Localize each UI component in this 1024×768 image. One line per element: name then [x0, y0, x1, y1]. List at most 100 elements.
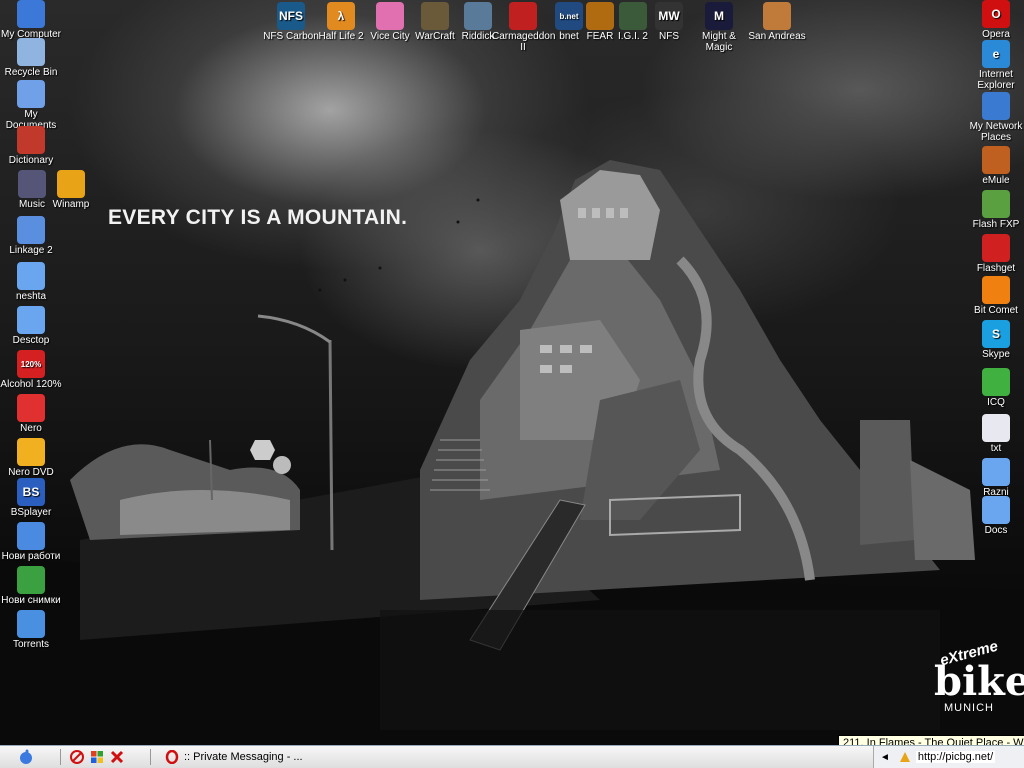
network-icon: [17, 610, 45, 638]
desktop-icon-bnet[interactable]: b.net bnet: [550, 2, 588, 42]
flash-fxp-icon: [982, 190, 1010, 218]
desktop-icon-internet-explorer[interactable]: e Internet Explorer: [968, 40, 1024, 91]
desktop-icon-label: San Andreas: [748, 31, 806, 42]
quicklaunch-windows[interactable]: [90, 749, 104, 765]
igi-icon: [619, 2, 647, 30]
nfs-carbon-icon: NFS: [277, 2, 305, 30]
wallpaper-tagline: EVERY CITY IS A MOUNTAIN.: [108, 206, 408, 229]
desktop-icon-torrents[interactable]: Torrents: [0, 610, 62, 650]
desktop-icon-flash-fxp[interactable]: Flash FXP: [968, 190, 1024, 230]
desktop-icon-winamp[interactable]: Winamp: [46, 170, 96, 210]
desktop-icon-warcraft[interactable]: WarCraft: [412, 2, 458, 42]
desktop-icon-half-life-2[interactable]: λ Half Life 2: [314, 2, 368, 42]
opera-icon: O: [982, 0, 1010, 28]
desktop-icon-label: NFS Carbon: [263, 31, 319, 42]
desktop-icon-label: Recycle Bin: [4, 67, 58, 78]
desktop-icon-label: Opera: [982, 29, 1010, 40]
dictionary-icon: [17, 126, 45, 154]
desktop-icon-docs[interactable]: Docs: [968, 496, 1024, 536]
folder-icon: [17, 306, 45, 334]
desktop-icon-bit-comet[interactable]: Bit Comet: [968, 276, 1024, 316]
desktop-icon-my-documents[interactable]: My Documents: [0, 80, 62, 131]
desktop-icon-dictionary[interactable]: Dictionary: [0, 126, 62, 166]
tray-arrow-icon[interactable]: ◄: [880, 752, 890, 763]
desktop-icon-carmageddon[interactable]: Carmageddon II: [492, 2, 556, 53]
desktop-icon-might-magic[interactable]: M Might & Magic: [690, 2, 748, 53]
desktop-icon-my-network-places[interactable]: My Network Places: [968, 92, 1024, 143]
desktop-icon-label: My Network Places: [969, 121, 1023, 143]
winamp-icon: [57, 170, 85, 198]
start-button[interactable]: [18, 749, 34, 765]
linkage-icon: [17, 216, 45, 244]
desktop-icon-nfs-carbon[interactable]: NFS NFS Carbon: [262, 2, 320, 42]
desktop-icon-label: txt: [990, 443, 1002, 454]
desktop-icon-label: Dictionary: [8, 155, 54, 166]
desktop-icon-igi2[interactable]: I.G.I. 2: [614, 2, 652, 42]
desktop-icon-vice-city[interactable]: Vice City: [366, 2, 414, 42]
desktop-icon-label: Flashget: [976, 263, 1016, 274]
folder-icon: [982, 458, 1010, 486]
desktop-icon-san-andreas[interactable]: San Andreas: [744, 2, 810, 42]
desktop-icon-label: Nero: [20, 423, 42, 434]
desktop[interactable]: EVERY CITY IS A MOUNTAIN. eXtreme bike M…: [0, 0, 1024, 745]
desktop-icon-razni[interactable]: Razni: [968, 458, 1024, 498]
desktop-icon-nero-dvd[interactable]: Nero DVD: [0, 438, 62, 478]
desktop-icon-novi-snimki[interactable]: Нови снимки: [0, 566, 62, 606]
desktop-icon-alcohol[interactable]: 120% Alcohol 120%: [0, 350, 62, 390]
taskbar-separator: [150, 749, 151, 765]
desktop-icon-label: Winamp: [52, 199, 90, 210]
desktop-icon-bsplayer[interactable]: BS BSplayer: [0, 478, 62, 518]
desktop-icon-emule[interactable]: eMule: [968, 146, 1024, 186]
desktop-icon-desctop[interactable]: Desctop: [0, 306, 62, 346]
taskbar: :: Private Messaging - ... ◄ http://picb…: [0, 745, 1024, 768]
desktop-icon-txt[interactable]: txt: [968, 414, 1024, 454]
desktop-icon-label: FEAR: [586, 31, 614, 42]
flashget-icon: [982, 234, 1010, 262]
desktop-icon-label: WarCraft: [415, 31, 455, 42]
desktop-icon-label: Half Life 2: [318, 31, 364, 42]
carmageddon-icon: [509, 2, 537, 30]
desktop-icon-skype[interactable]: S Skype: [968, 320, 1024, 360]
desktop-icon-flashget[interactable]: Flashget: [968, 234, 1024, 274]
opera-icon: [165, 750, 179, 764]
quicklaunch-close[interactable]: [110, 749, 124, 765]
desktop-icon-label: Нови снимки: [1, 595, 61, 606]
desktop-icon-label: Vice City: [370, 31, 410, 42]
taskbar-button-label: :: Private Messaging - ...: [184, 751, 303, 763]
taskbar-button-private-messaging[interactable]: :: Private Messaging - ...: [165, 749, 303, 765]
desktop-icon-label: Carmageddon II: [492, 31, 556, 53]
nero-icon: [17, 394, 45, 422]
vice-city-icon: [376, 2, 404, 30]
desktop-icon-opera[interactable]: O Opera: [968, 0, 1024, 40]
desktop-icon-icq[interactable]: ICQ: [968, 368, 1024, 408]
icq-icon: [982, 368, 1010, 396]
desktop-icon-my-computer[interactable]: My Computer: [0, 0, 62, 40]
music-icon: [18, 170, 46, 198]
warcraft-icon: [421, 2, 449, 30]
desktop-icon-linkage-2[interactable]: Linkage 2: [0, 216, 62, 256]
folder-icon: [17, 262, 45, 290]
quicklaunch-opera[interactable]: [70, 749, 84, 765]
nero-dvd-icon: [17, 438, 45, 466]
desktop-icon-fear[interactable]: FEAR: [584, 2, 616, 42]
windows-flag-icon: [17, 566, 45, 594]
desktop-icon-label: neshta: [15, 291, 47, 302]
bit-comet-icon: [982, 276, 1010, 304]
system-tray: ◄ http://picbg.net/: [873, 746, 1024, 768]
desktop-icon-label: Torrents: [12, 639, 50, 650]
computer-icon: [17, 0, 45, 28]
desktop-icon-label: BSplayer: [10, 507, 52, 518]
desktop-icon-label: Docs: [984, 525, 1008, 536]
desktop-icon-neshta[interactable]: neshta: [0, 262, 62, 302]
internet-explorer-icon: e: [982, 40, 1010, 68]
winamp-tray-icon[interactable]: [898, 750, 912, 764]
desktop-icon-label: I.G.I. 2: [617, 31, 648, 42]
desktop-icon-nfs[interactable]: MW NFS: [650, 2, 688, 42]
desktop-icon-novi-raboti[interactable]: Нови работи: [0, 522, 62, 562]
might-magic-icon: M: [705, 2, 733, 30]
riddick-icon: [464, 2, 492, 30]
desktop-icon-recycle-bin[interactable]: Recycle Bin: [0, 38, 62, 78]
desktop-icon-nero[interactable]: Nero: [0, 394, 62, 434]
tray-url: http://picbg.net/: [915, 751, 996, 763]
san-andreas-icon: [763, 2, 791, 30]
